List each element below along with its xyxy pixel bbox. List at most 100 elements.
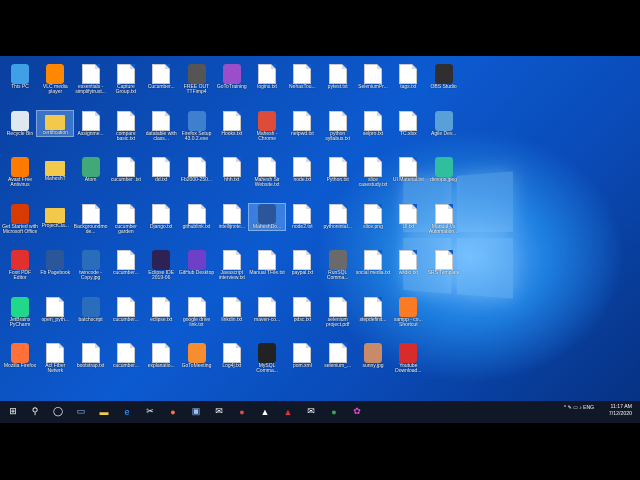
desktop-icon[interactable]: intellijnote...	[214, 203, 250, 230]
desktop-icon[interactable]: cucumber .txt	[108, 157, 144, 183]
desktop-icon[interactable]: MySQL Comma...	[249, 343, 285, 375]
desktop-icon[interactable]: Manual Vs Automation...	[426, 203, 462, 236]
desktop-icon[interactable]: datatable with class...	[143, 110, 179, 143]
chrome-icon[interactable]: ●	[235, 404, 249, 419]
photos-icon[interactable]: ▲	[258, 404, 272, 419]
desktop-icon[interactable]: OBS Studio	[426, 64, 462, 90]
desktop-icon[interactable]: Backgroundmode...	[73, 203, 109, 236]
desktop-icon[interactable]: google drive link.txt	[179, 296, 215, 329]
desktop-icon[interactable]: UI Material.txt	[390, 157, 426, 183]
desktop-icon[interactable]: open_pyth...	[37, 296, 73, 323]
desktop-icon[interactable]: python syllabus.txt	[320, 110, 356, 143]
desktop-icon[interactable]: xampp - co... Shortcut	[390, 296, 426, 329]
firefox-icon[interactable]: ●	[166, 404, 180, 419]
desktop-icon[interactable]: eclipse.txt	[143, 296, 179, 323]
desktop-icon[interactable]: JetBrains PyCharm	[2, 296, 38, 329]
desktop-icon[interactable]: Act Fiber Netwrk	[37, 343, 73, 375]
desktop-icon[interactable]: GoToMeeting	[179, 343, 215, 369]
taskbar-app-icon[interactable]: ▭	[74, 404, 88, 419]
desktop-icon[interactable]: Fb Pagebook	[37, 250, 73, 276]
desktop-icon[interactable]: Mozilla Firefox	[2, 343, 38, 369]
edge-icon[interactable]: e	[120, 404, 134, 419]
desktop-icon[interactable]: Django.txt	[143, 203, 179, 230]
desktop-icon[interactable]: maven-co...	[249, 296, 285, 323]
desktop-icon[interactable]: node2.txt	[284, 203, 320, 230]
desktop-icon[interactable]: MaheshT	[37, 157, 73, 182]
desktop-icon[interactable]: githublink.txt	[179, 203, 215, 230]
desktop-icon[interactable]: pytest.txt	[320, 64, 356, 90]
desktop-icon[interactable]: netpwd.txt	[284, 110, 320, 137]
mail-icon[interactable]: ✉	[212, 404, 226, 419]
desktop-icon[interactable]: Avast Free Antivirus	[2, 157, 38, 189]
desktop-icon[interactable]: slice casestudy.txt	[355, 157, 391, 189]
desktop-icon[interactable]: Cucumber...	[143, 64, 179, 90]
file-explorer-icon[interactable]: ▬	[97, 404, 111, 419]
desktop-icon[interactable]: Javascript interview.txt	[214, 250, 250, 282]
desktop-icon[interactable]: pythonintal...	[320, 203, 356, 230]
desktop-icon[interactable]: RunSQL Comma...	[320, 250, 356, 282]
desktop-icon[interactable]: pom.xml	[284, 343, 320, 369]
desktop-icon[interactable]: certification	[36, 109, 75, 137]
start-button[interactable]: ⊞	[6, 404, 20, 419]
clock-time[interactable]: 11:17 AM	[609, 404, 632, 411]
windows-store-icon[interactable]: ▣	[189, 404, 203, 419]
desktop-icon[interactable]: SRS Template	[426, 250, 462, 276]
snipping-tool-icon[interactable]: ✂	[143, 404, 157, 419]
task-view-icon[interactable]: ◯	[51, 404, 65, 419]
desktop-icon[interactable]: twincode - Copy.jpg	[73, 250, 109, 282]
chrome-profile-icon[interactable]: ●	[327, 404, 341, 419]
system-tray[interactable]: ^ ✎ ▭ ♪ ENG 11:17 AM 7/12/2020	[564, 404, 632, 418]
desktop-icon[interactable]: cucumber...	[108, 250, 144, 276]
desktop-icon[interactable]: selenium_...	[320, 343, 356, 369]
desktop-icon[interactable]: ProjectCla...	[37, 204, 73, 229]
desktop-icon[interactable]: essentials - simplifytrust...	[73, 64, 109, 96]
desktop-icon[interactable]: Agile Dev...	[426, 110, 462, 137]
desktop-icon[interactable]: UI.txt	[390, 203, 426, 230]
desktop-icon[interactable]: paypal.txt	[284, 250, 320, 276]
desktop-icon[interactable]: Fb2000-250...	[179, 157, 215, 183]
mail-app-icon[interactable]: ✉	[304, 404, 318, 419]
desktop-icon[interactable]: Manual TFile.txt	[249, 250, 285, 276]
desktop-icon[interactable]: Assignme...	[73, 110, 109, 137]
tray-icons[interactable]: ^ ✎ ▭ ♪ ENG	[564, 405, 594, 412]
desktop-icon[interactable]: pdsc.txt	[284, 296, 320, 323]
desktop-icon[interactable]: This PC	[2, 64, 38, 90]
desktop-icon[interactable]: slice.png	[355, 203, 391, 230]
desktop-icon[interactable]: cucumber...	[108, 296, 144, 323]
desktop-icon[interactable]: Atom	[73, 157, 109, 183]
desktop-icon[interactable]: hhh.txt	[214, 157, 250, 183]
desktop-icon[interactable]: selenium project.pdf	[320, 296, 356, 329]
desktop-icon[interactable]: Firefox Setup 43.0.2.exe	[179, 110, 215, 143]
desktop-icon[interactable]: devops.jpeg	[426, 157, 462, 183]
desktop[interactable]: This PC Recycle Bin Avast Free Antivirus Ge…	[0, 56, 640, 423]
desktop-icon[interactable]: logins.txt	[249, 64, 285, 90]
clock-date[interactable]: 7/12/2020	[609, 411, 632, 418]
desktop-icon[interactable]: Eclipse IDE 2019-06	[143, 250, 179, 282]
desktop-icon[interactable]: FREE OUT TTFimp4	[179, 64, 215, 96]
desktop-icon[interactable]: cucumber...	[108, 343, 144, 369]
desktop-icon[interactable]: VLC media player	[37, 64, 73, 96]
desktop-icon[interactable]: stepdefinit...	[355, 296, 391, 323]
desktop-icon[interactable]: Mahesh - Chrome	[249, 110, 285, 143]
desktop-icon[interactable]: sunny.jpg	[355, 343, 391, 369]
desktop-icon[interactable]: TC.xlsx	[390, 110, 426, 137]
desktop-icon[interactable]: dd.txt	[143, 157, 179, 183]
desktop-icon[interactable]: compare basic.txt	[108, 110, 144, 143]
desktop-icon[interactable]: Hooks.txt	[214, 110, 250, 137]
desktop-icon[interactable]: GitHub Desktop	[179, 250, 215, 276]
desktop-icon[interactable]: NehasTou...	[284, 64, 320, 90]
desktop-icon[interactable]: SeleniumPr...	[355, 64, 391, 90]
desktop-icon[interactable]: Python.txt	[320, 157, 356, 183]
desktop-icon[interactable]: wildio.txt	[390, 250, 426, 276]
desktop-icon[interactable]: Capture Group.txt	[108, 64, 144, 96]
desktop-icon[interactable]: social media.txt	[355, 250, 391, 276]
desktop-icon[interactable]: MaheshDo...	[248, 202, 287, 231]
desktop-icon[interactable]: Get Started with Microsoft Office	[2, 203, 38, 236]
search-icon[interactable]: ⚲	[28, 404, 42, 419]
acrobat-icon[interactable]: ▲	[281, 404, 295, 419]
desktop-icon[interactable]: Youtube Download...	[390, 343, 426, 375]
desktop-icon[interactable]: node.txt	[284, 157, 320, 183]
gototraining-icon[interactable]: ✿	[350, 404, 364, 419]
desktop-icon[interactable]: batchscript	[73, 296, 109, 323]
desktop-icon[interactable]: GoToTraining	[214, 64, 250, 90]
